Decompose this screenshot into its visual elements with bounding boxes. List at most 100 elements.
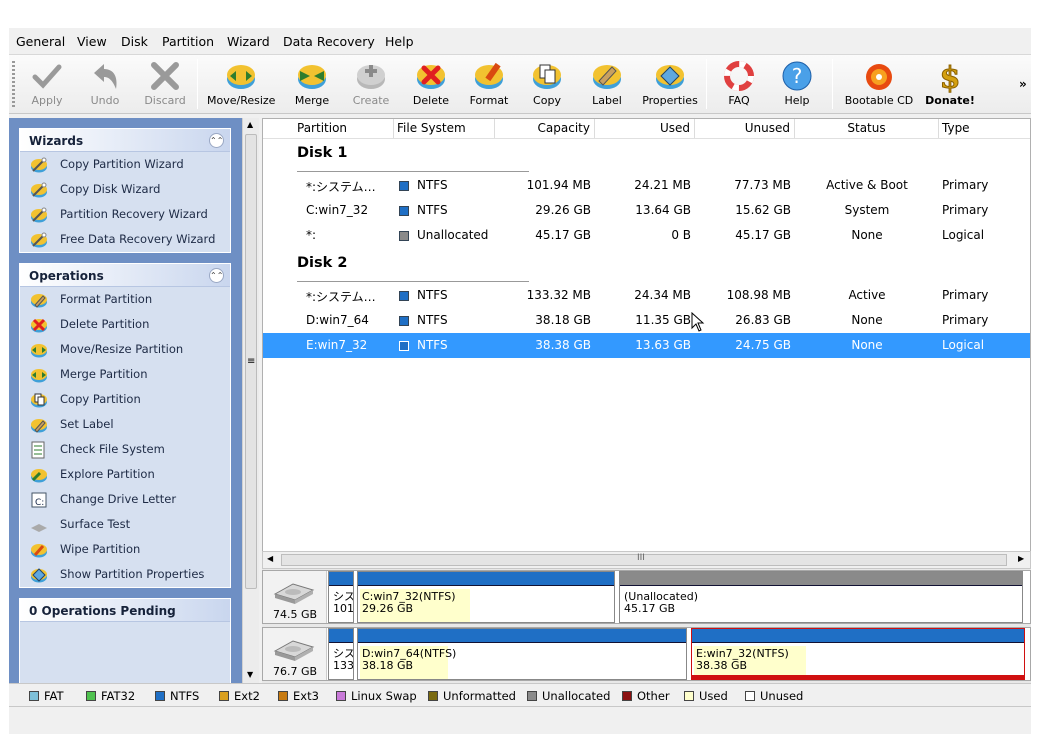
undo-button[interactable]: Undo: [85, 57, 125, 112]
scroll-down-icon[interactable]: ▼: [247, 670, 253, 679]
help-question-icon: ?: [782, 61, 812, 91]
partition-block[interactable]: E:win7_32(NTFS) 38.38 GB: [691, 628, 1025, 680]
wizards-title: Wizards: [29, 134, 84, 148]
wizard-wand-icon: [31, 182, 47, 198]
sidebar-scrollbar[interactable]: ▲ ≡ ▼: [242, 118, 259, 683]
partition-block-label: (Unallocated) 45.17 GB: [624, 591, 1022, 615]
create-button[interactable]: Create: [349, 57, 393, 112]
menu-wizard[interactable]: Wizard: [227, 34, 270, 49]
col-used[interactable]: Used: [595, 119, 695, 138]
operation-item-delete-partition[interactable]: Delete Partition: [20, 312, 230, 337]
copy-button[interactable]: Copy: [525, 57, 569, 112]
disk-info[interactable]: 76.7 GB: [263, 628, 327, 680]
wizard-item-copy-partition-wizard[interactable]: Copy Partition Wizard: [20, 152, 230, 177]
table-row[interactable]: D:win7_64 NTFS 38.18 GB 11.35 GB 26.83 GB Non…: [263, 308, 1030, 333]
wizard-item-free-data-recovery-wizard[interactable]: Free Data Recovery Wizard: [20, 227, 230, 252]
splitter-grip-icon[interactable]: ≡: [247, 356, 255, 367]
operation-item-check-file-system[interactable]: Check File System: [20, 437, 230, 462]
operation-item-copy-partition[interactable]: Copy Partition: [20, 387, 230, 412]
partition-block[interactable]: シス 133: [328, 628, 354, 680]
operation-item-surface-test[interactable]: Surface Test: [20, 512, 230, 537]
operation-item-format-partition[interactable]: Format Partition: [20, 287, 230, 312]
label-button[interactable]: Label: [585, 57, 629, 112]
menu-view[interactable]: View: [77, 34, 107, 49]
operation-item-show-partition-properties[interactable]: Show Partition Properties: [20, 562, 230, 587]
partition-block[interactable]: (Unallocated) 45.17 GB: [619, 571, 1023, 623]
cell-used: 24.34 MB: [634, 288, 691, 302]
toolbar-grip[interactable]: [12, 61, 15, 107]
wizard-item-label: Partition Recovery Wizard: [60, 207, 208, 221]
partition-block[interactable]: D:win7_64(NTFS) 38.18 GB: [357, 628, 687, 680]
status-bar: [9, 708, 1031, 734]
col-status[interactable]: Status: [795, 119, 939, 138]
operation-item-merge-partition[interactable]: Merge Partition: [20, 362, 230, 387]
collapse-chevron-icon[interactable]: ⌃⌃: [209, 133, 224, 148]
menu-disk[interactable]: Disk: [121, 34, 148, 49]
apply-button[interactable]: Apply: [25, 57, 69, 112]
properties-button[interactable]: Properties: [639, 57, 701, 112]
menu-bar: General View Disk Partition Wizard Data …: [9, 28, 1031, 55]
table-row[interactable]: *: Unallocated 45.17 GB 0 B 45.17 GB None Logi…: [263, 223, 1030, 248]
wizard-item-partition-recovery-wizard[interactable]: Partition Recovery Wizard: [20, 202, 230, 227]
partition-block[interactable]: C:win7_32(NTFS) 29.26 GB: [357, 571, 615, 623]
copy-label: Copy: [533, 94, 561, 107]
scroll-up-icon[interactable]: ▲: [247, 120, 253, 129]
cell-used: 13.64 GB: [635, 203, 691, 217]
table-row[interactable]: *:システム… NTFS 101.94 MB 24.21 MB 77.73 MB Acti…: [263, 173, 1030, 198]
hard-disk-icon: [273, 640, 315, 661]
format-button[interactable]: Format: [467, 57, 511, 112]
wizard-item-copy-disk-wizard[interactable]: Copy Disk Wizard: [20, 177, 230, 202]
table-row[interactable]: C:win7_32 NTFS 29.26 GB 13.64 GB 15.62 GB Sys…: [263, 198, 1030, 223]
faq-label: FAQ: [728, 94, 750, 107]
cell-partition: C:win7_32: [306, 203, 369, 217]
scroll-left-icon[interactable]: ◀: [267, 554, 273, 563]
fs-color-swatch: [399, 316, 409, 326]
collapse-chevron-icon[interactable]: ⌃⌃: [209, 268, 224, 283]
disk-map-row[interactable]: 76.7 GB シス 133 D:win7_64(NTFS) 38.18 GB E:win…: [262, 627, 1031, 681]
help-button[interactable]: ? Help: [777, 57, 817, 112]
disk-map-row[interactable]: 74.5 GB シス 101 C:win7_32(NTFS) 29.26 GB (Unal…: [262, 570, 1031, 624]
menu-general[interactable]: General: [16, 34, 65, 49]
bootable-cd-button[interactable]: Bootable CD: [843, 57, 915, 112]
table-row[interactable]: E:win7_32 NTFS 38.38 GB 13.63 GB 24.75 GB Non…: [263, 333, 1030, 358]
operation-item-label: Show Partition Properties: [60, 567, 205, 581]
wizards-panel-header[interactable]: Wizards ⌃⌃: [20, 129, 230, 152]
table-row[interactable]: *:システム… NTFS 133.32 MB 24.34 MB 108.98 MB Act…: [263, 283, 1030, 308]
legend-swatch: [278, 691, 288, 701]
col-type[interactable]: Type: [939, 119, 1030, 138]
horizontal-scroll-thumb[interactable]: III: [281, 553, 1007, 566]
operation-item-change-drive-letter[interactable]: C: Change Drive Letter: [20, 487, 230, 512]
col-file-system[interactable]: File System: [397, 119, 495, 138]
operation-item-wipe-partition[interactable]: Wipe Partition: [20, 537, 230, 562]
menu-data-recovery[interactable]: Data Recovery: [283, 34, 375, 49]
merge-button[interactable]: Merge: [289, 57, 335, 112]
partition-block-label: D:win7_64(NTFS) 38.18 GB: [362, 648, 686, 672]
legend-item: NTFS: [155, 689, 199, 703]
move-resize-button[interactable]: Move/Resize: [207, 57, 275, 112]
operation-item-move-resize-partition[interactable]: Move/Resize Partition: [20, 337, 230, 362]
partition-block[interactable]: シス 101: [328, 571, 354, 623]
horizontal-scrollbar[interactable]: ◀ III ▶: [262, 551, 1031, 569]
operations-panel-header[interactable]: Operations ⌃⌃: [20, 264, 230, 287]
faq-button[interactable]: FAQ: [717, 57, 761, 112]
delete-button[interactable]: Delete: [409, 57, 453, 112]
partition-fs-bar: [358, 629, 686, 643]
legend-swatch: [155, 691, 165, 701]
cell-unused: 77.73 MB: [734, 178, 791, 192]
cell-file-system: Unallocated: [417, 228, 489, 242]
menu-partition[interactable]: Partition: [162, 34, 214, 49]
partition-fs-bar: [329, 629, 353, 643]
menu-help[interactable]: Help: [385, 34, 414, 49]
col-capacity[interactable]: Capacity: [495, 119, 595, 138]
discard-button[interactable]: Discard: [143, 57, 187, 112]
col-unused[interactable]: Unused: [695, 119, 795, 138]
wizard-wand-icon: [31, 207, 47, 223]
operation-item-set-label[interactable]: Set Label: [20, 412, 230, 437]
toolbar-overflow-chevron-icon[interactable]: »: [1019, 77, 1027, 91]
scroll-right-icon[interactable]: ▶: [1018, 554, 1024, 563]
operation-item-explore-partition[interactable]: Explore Partition: [20, 462, 230, 487]
disk-info[interactable]: 74.5 GB: [263, 571, 327, 623]
col-partition[interactable]: Partition: [296, 119, 394, 138]
donate-button[interactable]: $ Donate!: [923, 57, 977, 112]
legend-label: Ext3: [293, 689, 319, 703]
